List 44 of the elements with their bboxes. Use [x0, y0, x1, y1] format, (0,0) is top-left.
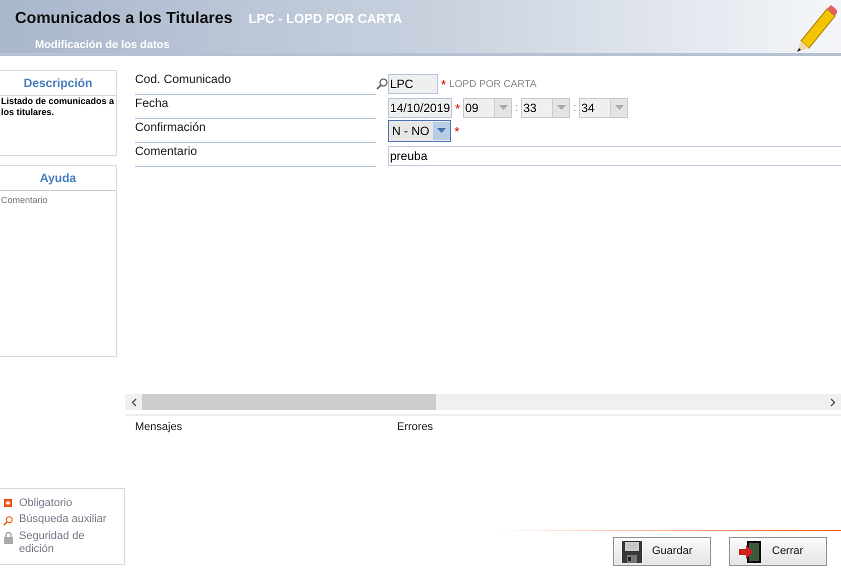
code-description: LOPD POR CARTA — [449, 78, 536, 92]
time-select[interactable]: 33 — [521, 98, 570, 118]
field-label: Comentario — [135, 144, 198, 158]
description-heading: Descripción — [24, 76, 92, 90]
lock-icon — [4, 532, 12, 544]
caret-icon — [498, 105, 508, 111]
exit-door-icon — [738, 540, 762, 564]
page-subtitle: Modificación de los datos — [34, 38, 170, 53]
search-icon — [3, 515, 13, 527]
code-field[interactable]: LPC — [388, 74, 438, 94]
legend-label: Seguridad de edición — [19, 530, 86, 556]
search-icon — [376, 78, 388, 90]
time-separator: : — [514, 100, 520, 116]
time-select[interactable]: 34 — [579, 98, 628, 118]
required-mark: * — [440, 78, 448, 90]
help-heading: Ayuda — [40, 171, 76, 185]
record-title: LPC - LOPD POR CARTA — [248, 10, 402, 28]
asterisk-icon — [4, 499, 12, 507]
required-mark: * — [454, 102, 462, 114]
description-text: Listado de comunicados a los titulares. — [0, 96, 116, 118]
save-button[interactable]: Guardar — [613, 537, 711, 566]
scroll-right-icon[interactable] — [830, 398, 836, 406]
legend-label: Obligatorio — [19, 497, 74, 510]
time-separator: : — [572, 100, 578, 116]
errors-heading: Errores — [397, 420, 434, 435]
help-text: Comentario — [0, 194, 49, 207]
confirmation-select[interactable]: N - NO — [388, 120, 452, 142]
caret-icon — [437, 128, 446, 134]
caret-icon — [556, 105, 566, 111]
close-button[interactable]: Cerrar — [729, 537, 827, 566]
scroll-left-icon[interactable] — [130, 398, 136, 406]
field-label: Cod. Comunicado — [135, 72, 232, 86]
field-label: Confirmación — [135, 120, 206, 134]
legend-label: Búsqueda auxiliar — [19, 513, 108, 526]
time-select[interactable]: 09 — [463, 98, 512, 118]
scrollbar-thumb[interactable] — [142, 394, 436, 410]
required-mark: * — [453, 124, 460, 138]
date-field[interactable]: 14/10/2019 — [388, 98, 452, 118]
field-label: Fecha — [135, 96, 168, 110]
page-title: Comunicados a los Titulares — [15, 9, 233, 29]
messages-heading: Mensajes — [135, 420, 184, 435]
caret-icon — [614, 105, 624, 111]
horizontal-scrollbar[interactable] — [125, 394, 841, 410]
comment-field[interactable]: preuba — [388, 146, 841, 166]
